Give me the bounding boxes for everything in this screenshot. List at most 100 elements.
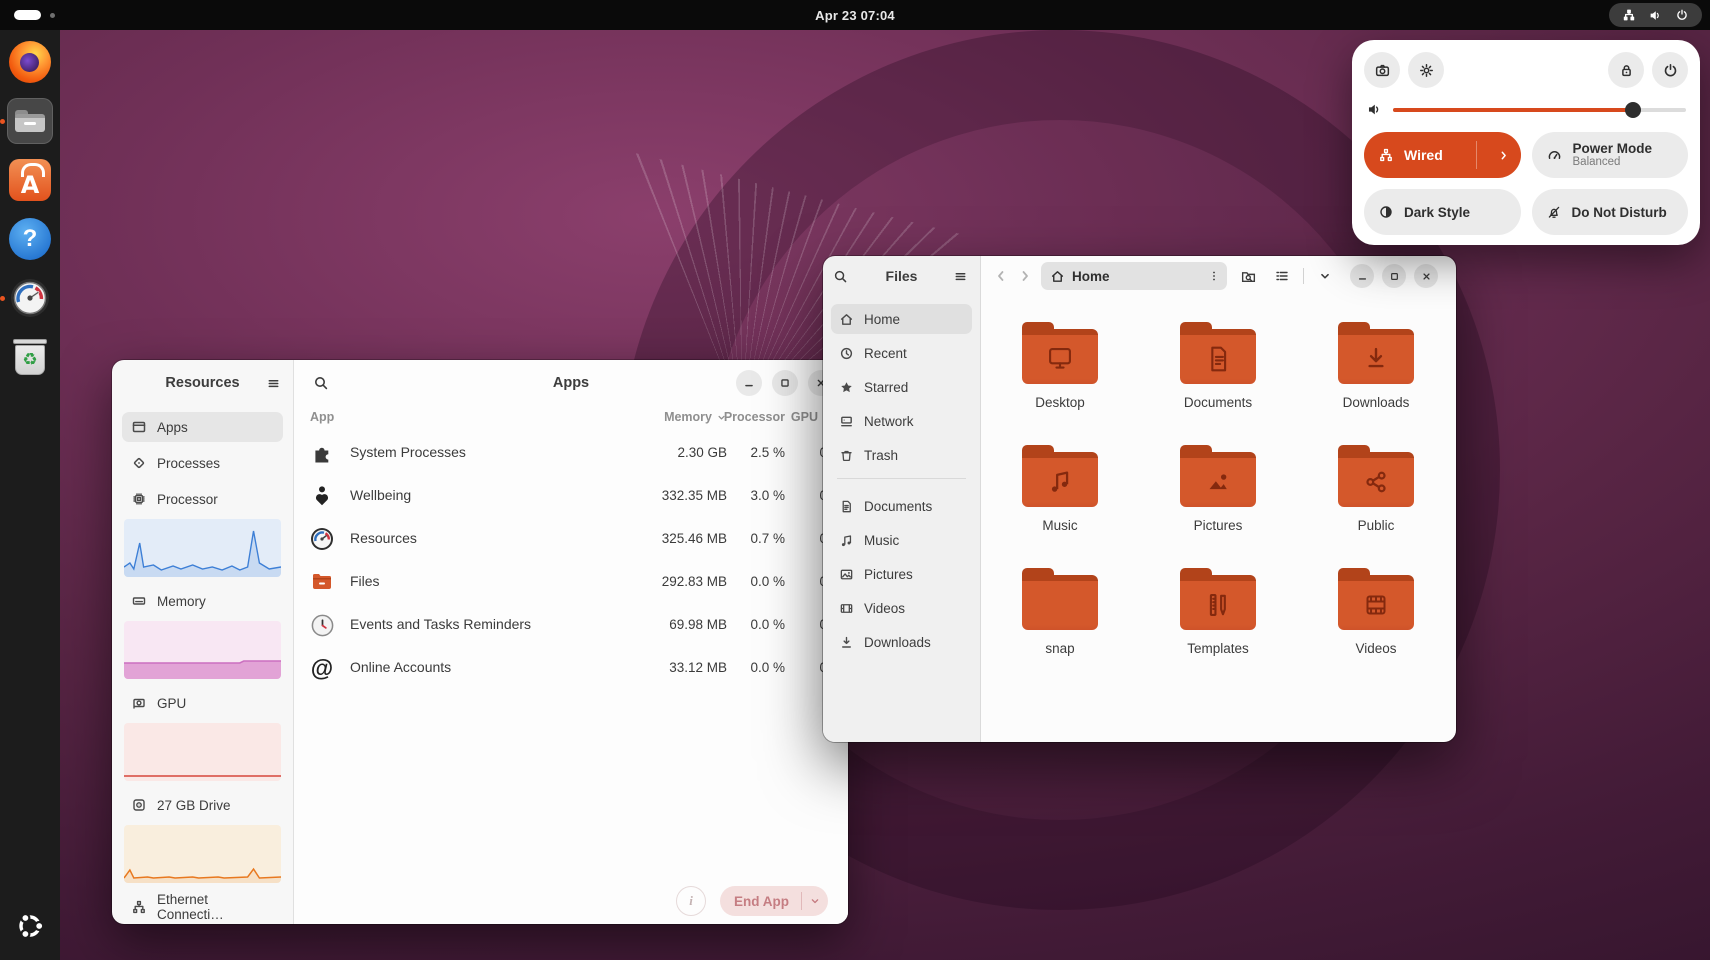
dock-item-firefox[interactable] xyxy=(6,38,54,86)
dock-item-help[interactable]: ? xyxy=(6,215,54,263)
back-button[interactable] xyxy=(993,268,1009,284)
table-row[interactable]: Resources 325.46 MB 0.7 % 0.0 % xyxy=(294,518,848,561)
folder-music[interactable]: Music xyxy=(981,431,1139,554)
resources-headerbar: Apps xyxy=(294,360,848,406)
folder-downloads[interactable]: Downloads xyxy=(1297,308,1455,431)
table-row[interactable]: Wellbeing 332.35 MB 3.0 % 0.0 % xyxy=(294,475,848,518)
folder-icon xyxy=(1180,445,1256,507)
table-row[interactable]: System Processes 2.30 GB 2.5 % 0.0 % xyxy=(294,432,848,475)
folder-public[interactable]: Public xyxy=(1297,431,1455,554)
sidebar-item-music[interactable]: Music xyxy=(831,525,972,555)
dark-style-icon xyxy=(1378,204,1394,220)
resources-sidebar: Resources Apps Processes Processor xyxy=(112,360,294,924)
power-mode-tile[interactable]: Power Mode Balanced xyxy=(1532,132,1689,178)
column-gpu[interactable]: GPU xyxy=(791,410,818,424)
screenshot-button[interactable] xyxy=(1364,52,1400,88)
sidebar-item-pictures[interactable]: Pictures xyxy=(831,559,972,589)
forward-button[interactable] xyxy=(1017,268,1033,284)
speaker-icon xyxy=(1366,101,1383,118)
location-bar[interactable]: Home xyxy=(1041,262,1227,290)
sidebar-item-downloads[interactable]: Downloads xyxy=(831,627,972,657)
files-sidebar-list: Home Recent Starred Network Trash Docu xyxy=(823,296,980,657)
maximize-button[interactable] xyxy=(772,370,798,396)
table-row[interactable]: @ Online Accounts 33.12 MB 0.0 % 0.0 % xyxy=(294,647,848,690)
sidebar-item-gpu[interactable]: GPU xyxy=(122,688,283,718)
column-memory[interactable]: Memory xyxy=(664,410,727,424)
lock-button[interactable] xyxy=(1608,52,1644,88)
dock-item-show-apps[interactable] xyxy=(6,902,54,950)
sidebar-item-recent[interactable]: Recent xyxy=(831,338,972,368)
resources-sidebar-list: Apps Processes Processor Memory xyxy=(112,406,293,924)
column-processor[interactable]: Processor xyxy=(724,410,785,424)
search-button[interactable] xyxy=(833,269,848,284)
location-label: Home xyxy=(1072,269,1200,284)
dock-item-resources[interactable] xyxy=(6,274,54,322)
memory-value: 2.30 GB xyxy=(677,445,727,460)
sidebar-item-drive[interactable]: 27 GB Drive xyxy=(122,790,283,820)
folder-documents[interactable]: Documents xyxy=(1139,308,1297,431)
power-tray-icon xyxy=(1675,8,1689,22)
folder-snap[interactable]: snap xyxy=(981,554,1139,677)
sidebar-item-trash[interactable]: Trash xyxy=(831,440,972,470)
close-button[interactable] xyxy=(1414,264,1438,288)
dock-item-app-center[interactable]: A xyxy=(6,156,54,204)
files-app-icon xyxy=(308,568,336,596)
picture-icon xyxy=(839,567,854,582)
end-app-menu-button[interactable] xyxy=(802,895,828,907)
resources-menu-button[interactable] xyxy=(266,376,281,391)
sidebar-item-label: Apps xyxy=(157,420,188,435)
wired-tile[interactable]: Wired xyxy=(1364,132,1521,178)
list-view-button[interactable] xyxy=(1269,263,1295,289)
volume-knob[interactable] xyxy=(1625,102,1641,118)
volume-slider[interactable] xyxy=(1393,108,1686,112)
power-button[interactable] xyxy=(1652,52,1688,88)
dock-item-files[interactable] xyxy=(6,97,54,145)
sidebar-item-network[interactable]: Network xyxy=(831,406,972,436)
sidebar-item-apps[interactable]: Apps xyxy=(122,412,283,442)
sidebar-item-memory[interactable]: Memory xyxy=(122,586,283,616)
files-menu-button[interactable] xyxy=(953,269,968,284)
sidebar-item-documents[interactable]: Documents xyxy=(831,491,972,521)
sidebar-item-videos[interactable]: Videos xyxy=(831,593,972,623)
minimize-button[interactable] xyxy=(736,370,762,396)
sidebar-item-label: Ethernet Connecti… xyxy=(157,892,274,922)
dock-item-trash[interactable]: ♻ xyxy=(6,333,54,381)
sidebar-divider xyxy=(837,478,966,479)
end-app-button[interactable]: End App xyxy=(720,886,828,916)
folder-grid: Desktop Documents Downloads Music xyxy=(981,296,1456,677)
dark-style-tile[interactable]: Dark Style xyxy=(1364,189,1521,235)
folder-videos[interactable]: Videos xyxy=(1297,554,1455,677)
music-emblem-icon xyxy=(1043,465,1077,499)
folder-pictures[interactable]: Pictures xyxy=(1139,431,1297,554)
sidebar-item-processes[interactable]: Processes xyxy=(122,448,283,478)
power-mode-value: Balanced xyxy=(1573,156,1653,169)
sidebar-item-home[interactable]: Home xyxy=(831,304,972,334)
settings-button[interactable] xyxy=(1408,52,1444,88)
sidebar-item-processor[interactable]: Processor xyxy=(122,484,283,514)
processes-icon xyxy=(131,455,147,471)
view-options-button[interactable] xyxy=(1312,263,1338,289)
wired-expand-button[interactable] xyxy=(1487,149,1521,162)
folder-desktop[interactable]: Desktop xyxy=(981,308,1139,431)
folder-name: snap xyxy=(1045,641,1074,656)
column-app[interactable]: App xyxy=(310,410,334,424)
download-icon xyxy=(839,635,854,650)
dock: A ? ♻ xyxy=(0,30,60,960)
clock[interactable]: Apr 23 07:04 xyxy=(0,0,1710,30)
sidebar-item-starred[interactable]: Starred xyxy=(831,372,972,402)
folder-search-icon xyxy=(1240,268,1257,285)
info-button[interactable]: i xyxy=(676,886,706,916)
question-mark-glyph: ? xyxy=(23,225,38,253)
system-tray[interactable] xyxy=(1609,3,1702,27)
folder-templates[interactable]: Templates xyxy=(1139,554,1297,677)
minimize-button[interactable] xyxy=(1350,264,1374,288)
sidebar-item-ethernet[interactable]: Ethernet Connecti… xyxy=(122,892,283,922)
folder-icon xyxy=(1022,568,1098,630)
table-row[interactable]: Files 292.83 MB 0.0 % 0.0 % xyxy=(294,561,848,604)
kebab-menu-icon[interactable] xyxy=(1207,269,1221,283)
maximize-button[interactable] xyxy=(1382,264,1406,288)
search-everywhere-button[interactable] xyxy=(1235,263,1261,289)
files-window: Files Home Recent Starred Network xyxy=(823,256,1456,742)
do-not-disturb-tile[interactable]: Do Not Disturb xyxy=(1532,189,1689,235)
table-row[interactable]: Events and Tasks Reminders 69.98 MB 0.0 … xyxy=(294,604,848,647)
